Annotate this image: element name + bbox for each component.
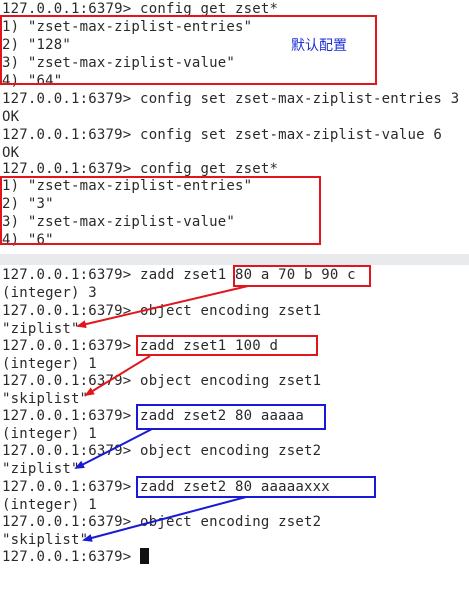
output-line: "skiplist"	[2, 391, 89, 407]
prompt-line: 127.0.0.1:6379> config set zset-max-zipl…	[2, 91, 460, 107]
panel-separator	[0, 254, 469, 265]
prompt-line: 127.0.0.1:6379> object encoding zset1	[2, 373, 322, 389]
prompt-line: 127.0.0.1:6379> object encoding zset2	[2, 443, 322, 459]
output-line: (integer) 1	[2, 426, 97, 442]
output-line: OK	[2, 109, 20, 125]
prompt-line: 127.0.0.1:6379> object encoding zset2	[2, 514, 322, 530]
output-line: (integer) 1	[2, 356, 97, 372]
prompt-line: 127.0.0.1:6379> config set zset-max-zipl…	[2, 127, 443, 143]
output-line: "ziplist"	[2, 461, 80, 477]
terminal-cursor[interactable]	[140, 548, 149, 564]
default-config-label: 默认配置	[291, 38, 347, 54]
output-line: "ziplist"	[2, 321, 80, 337]
zadd-zset1-100-d-highlight-box	[136, 335, 318, 356]
zadd-zset2-aaaaa-highlight-box	[136, 404, 326, 430]
prompt-line: 127.0.0.1:6379>	[2, 549, 141, 565]
zadd-zset1-args-highlight-box	[233, 265, 371, 287]
new-config-highlight-box	[0, 176, 321, 245]
output-line: (integer) 3	[2, 285, 97, 301]
prompt-line: 127.0.0.1:6379> object encoding zset1	[2, 303, 322, 319]
output-line: (integer) 1	[2, 497, 97, 513]
output-line: "skiplist"	[2, 532, 89, 548]
zadd-zset2-aaaaaxxx-highlight-box	[136, 476, 376, 498]
terminal-panel-zadd: 127.0.0.1:6379> zadd zset1 80 a 70 b 90 …	[0, 265, 469, 608]
